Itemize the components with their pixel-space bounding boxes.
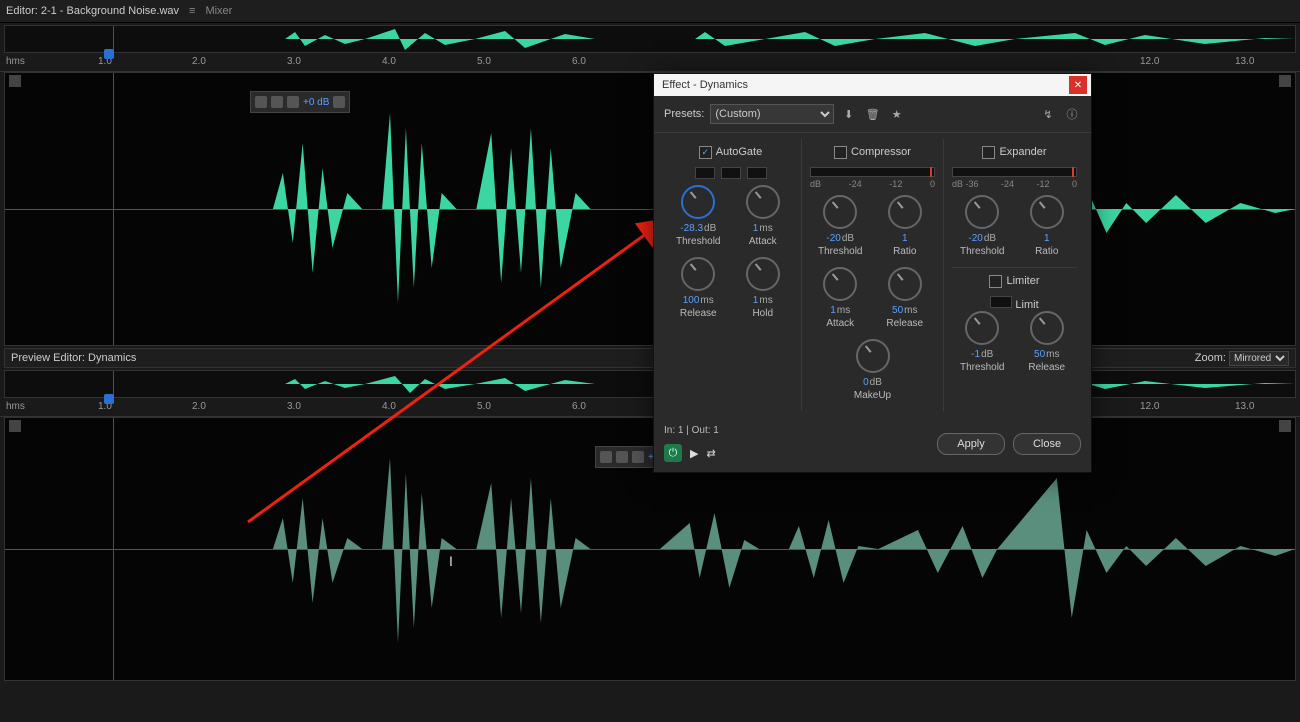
- fade-icon[interactable]: [600, 451, 612, 463]
- meter-tick: -12: [1036, 179, 1049, 189]
- comp-attack[interactable]: 1msAttack: [811, 267, 869, 329]
- gain-value[interactable]: +0 dB: [303, 97, 329, 108]
- expander-meter: [952, 167, 1077, 177]
- lim-release[interactable]: 50msRelease: [1018, 311, 1076, 373]
- expander-checkbox[interactable]: [982, 146, 995, 159]
- autogate-attack[interactable]: 1msAttack: [734, 185, 792, 247]
- compressor-checkbox[interactable]: [834, 146, 847, 159]
- ruler-mark: 2.0: [192, 401, 206, 412]
- ruler-mark: 6.0: [572, 401, 586, 412]
- ruler-mark: 6.0: [572, 56, 586, 67]
- autogate-section: AutoGate -28.3dBThreshold 1msAttack 100m…: [660, 139, 801, 411]
- comp-release[interactable]: 50msRelease: [876, 267, 934, 329]
- ruler-mark: 2.0: [192, 56, 206, 67]
- ruler-mark: 5.0: [477, 56, 491, 67]
- playhead-marker[interactable]: [104, 49, 114, 59]
- ruler-mark: 4.0: [382, 56, 396, 67]
- dialog-title: Effect - Dynamics: [662, 79, 748, 91]
- presets-select[interactable]: (Custom): [710, 104, 833, 124]
- expander-section: Expander dB -36 -24 -12 0 -20dBThreshold 1R…: [943, 139, 1085, 411]
- editor-tab[interactable]: Editor: 2-1 - Background Noise.wav: [6, 5, 179, 17]
- meter-tick: 0: [930, 179, 935, 189]
- comp-threshold[interactable]: -20dBThreshold: [811, 195, 869, 257]
- ruler-unit: hms: [6, 401, 25, 412]
- time-ruler[interactable]: hms 1.0 2.0 3.0 4.0 5.0 6.0 12.0 13.0: [0, 55, 1300, 72]
- ruler-unit: hms: [6, 56, 25, 67]
- ruler-mark: 3.0: [287, 401, 301, 412]
- zoom-label: Zoom:: [1195, 352, 1226, 364]
- meter-tick: -12: [889, 179, 902, 189]
- compressor-meter: [810, 167, 935, 177]
- autogate-release[interactable]: 100msRelease: [669, 257, 727, 319]
- ruler-mark: 4.0: [382, 401, 396, 412]
- meter-tick: -24: [1001, 179, 1014, 189]
- route-icon[interactable]: ↯: [1039, 105, 1057, 123]
- apply-button[interactable]: Apply: [937, 433, 1005, 455]
- preview-ruler[interactable]: hms 1.0 2.0 3.0 4.0 5.0 6.0 12.0 13.0: [0, 400, 1300, 417]
- top-tabs: Editor: 2-1 - Background Noise.wav ≡ Mix…: [0, 0, 1300, 23]
- ruler-mark: 12.0: [1140, 56, 1159, 67]
- exp-threshold[interactable]: -20dBThreshold: [953, 195, 1011, 257]
- ruler-mark: 13.0: [1235, 401, 1254, 412]
- autogate-checkbox[interactable]: [699, 146, 712, 159]
- main-waveform[interactable]: +0 dB: [4, 72, 1296, 346]
- presets-label: Presets:: [664, 108, 704, 120]
- dynamics-dialog: Effect - Dynamics ✕ Presets: (Custom) ⬇ …: [653, 73, 1092, 473]
- autogate-hold[interactable]: 1msHold: [734, 257, 792, 319]
- comp-makeup[interactable]: 0dBMakeUp: [810, 339, 935, 401]
- clock-icon[interactable]: [287, 96, 299, 108]
- compressor-label: Compressor: [851, 146, 911, 158]
- expander-label: Expander: [999, 146, 1046, 158]
- limiter-checkbox[interactable]: [989, 275, 1002, 288]
- exp-ratio[interactable]: 1Ratio: [1018, 195, 1076, 257]
- fade-icon[interactable]: [255, 96, 267, 108]
- ruler-mark: 12.0: [1140, 401, 1159, 412]
- close-button[interactable]: Close: [1013, 433, 1081, 455]
- preview-title: Preview Editor: Dynamics: [11, 352, 136, 364]
- autogate-threshold[interactable]: -28.3dBThreshold: [669, 185, 727, 247]
- playhead-marker[interactable]: [104, 394, 114, 404]
- zoom-select[interactable]: Mirrored: [1229, 351, 1289, 366]
- meter-tick: dB: [810, 179, 821, 189]
- save-preset-icon[interactable]: ⬇: [840, 105, 858, 123]
- dialog-titlebar[interactable]: Effect - Dynamics ✕: [654, 74, 1091, 96]
- preview-waveform[interactable]: +0 I: [4, 417, 1296, 681]
- text-cursor-icon: I: [449, 553, 453, 569]
- loop-icon[interactable]: ⇄: [706, 447, 715, 460]
- play-icon[interactable]: ▶: [690, 447, 698, 460]
- ruler-mark: 13.0: [1235, 56, 1254, 67]
- meter-tick: -24: [849, 179, 862, 189]
- autogate-label: AutoGate: [716, 146, 762, 158]
- limiter-label: Limiter: [1006, 275, 1039, 287]
- overview-strip[interactable]: [4, 25, 1296, 53]
- mixer-tab[interactable]: Mixer: [205, 5, 232, 17]
- close-icon[interactable]: ✕: [1069, 76, 1087, 94]
- favorite-icon[interactable]: ★: [888, 105, 906, 123]
- fade-icon[interactable]: [616, 451, 628, 463]
- io-text: In: 1 | Out: 1: [664, 425, 719, 436]
- preview-overview[interactable]: [4, 370, 1296, 398]
- comp-ratio[interactable]: 1Ratio: [876, 195, 934, 257]
- fade-icon[interactable]: [271, 96, 283, 108]
- pin-icon[interactable]: [333, 96, 345, 108]
- clock-icon[interactable]: [632, 451, 644, 463]
- delete-preset-icon[interactable]: 🗑: [864, 105, 882, 123]
- meter-tick: 0: [1072, 179, 1077, 189]
- limit-label: Limit: [1015, 299, 1038, 311]
- gate-meter: [668, 167, 793, 179]
- info-icon[interactable]: ⓘ: [1063, 105, 1081, 123]
- ruler-mark: 5.0: [477, 401, 491, 412]
- power-button[interactable]: ⏻: [664, 444, 682, 462]
- preview-header: Preview Editor: Dynamics Zoom: Mirrored: [4, 348, 1296, 368]
- compressor-section: Compressor dB -24 -12 0 -20dBThreshold 1Rat…: [801, 139, 943, 411]
- volume-hud[interactable]: +0 dB: [250, 91, 350, 113]
- limit-indicator: [990, 296, 1012, 308]
- hamburger-icon[interactable]: ≡: [189, 5, 195, 17]
- meter-tick: dB -36: [952, 179, 979, 189]
- ruler-mark: 3.0: [287, 56, 301, 67]
- lim-threshold[interactable]: -1dBThreshold: [953, 311, 1011, 373]
